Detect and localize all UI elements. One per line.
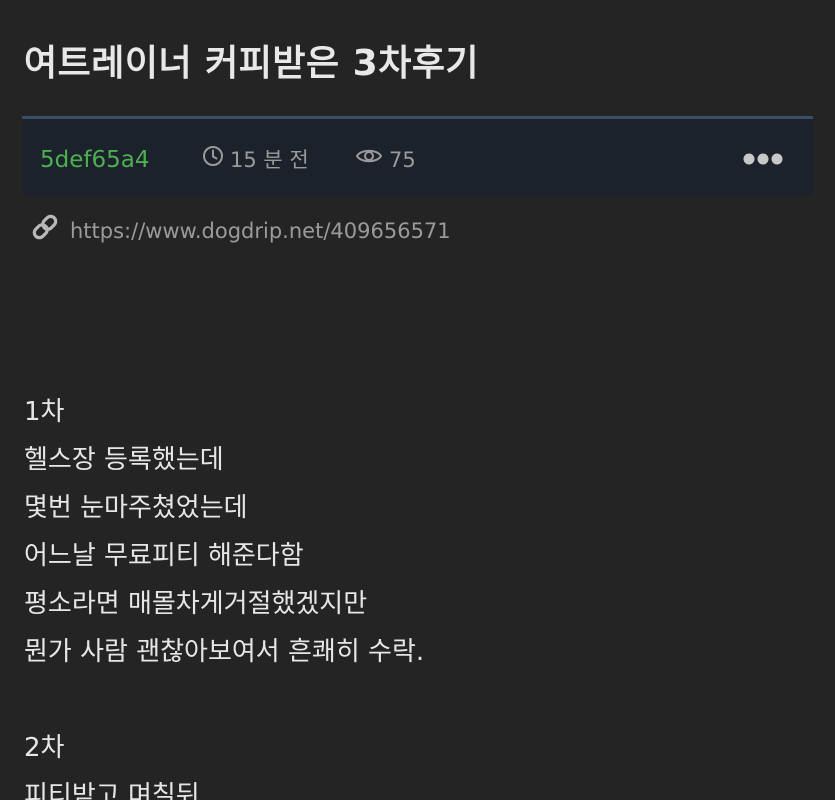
content-line: 평소라면 매몰차게거절했겠지만 [24, 589, 368, 619]
post-views-count: 75 [389, 148, 416, 172]
link-icon [30, 212, 60, 250]
more-dots-icon [742, 151, 784, 170]
post-title: 여트레이너 커피받은 3차후기 [24, 43, 480, 84]
content-line: 헬스장 등록했는데 [24, 445, 224, 475]
section-heading: 2차 [24, 733, 65, 763]
content-line: 몇번 눈마주쳤었는데 [24, 493, 248, 523]
post-url-link[interactable]: https://www.dogdrip.net/409656571 [70, 216, 451, 246]
post-time-text: 15 분 전 [230, 148, 309, 172]
content-line: 뭔가 사람 괜찮아보여서 흔쾌히 수락. [24, 637, 425, 667]
content-line: 피티받고 며칠뒤 [24, 781, 200, 800]
more-options-button[interactable] [741, 145, 785, 175]
post-time: 15 분 전 [202, 145, 309, 175]
clock-icon [202, 145, 224, 175]
section-heading: 1차 [24, 397, 65, 427]
content-line: 어느날 무료피티 해준다함 [24, 541, 304, 571]
eye-icon [355, 145, 383, 175]
author-name[interactable]: 5def65a4 [40, 145, 149, 175]
post-meta-bar: 5def65a4 15 분 전 75 [22, 116, 813, 195]
post-link-row: https://www.dogdrip.net/409656571 [30, 212, 451, 250]
post-content: 1차 헬스장 등록했는데 몇번 눈마주쳤었는데 어느날 무료피티 해준다함 평소… [24, 388, 814, 800]
post-views: 75 [355, 145, 416, 175]
